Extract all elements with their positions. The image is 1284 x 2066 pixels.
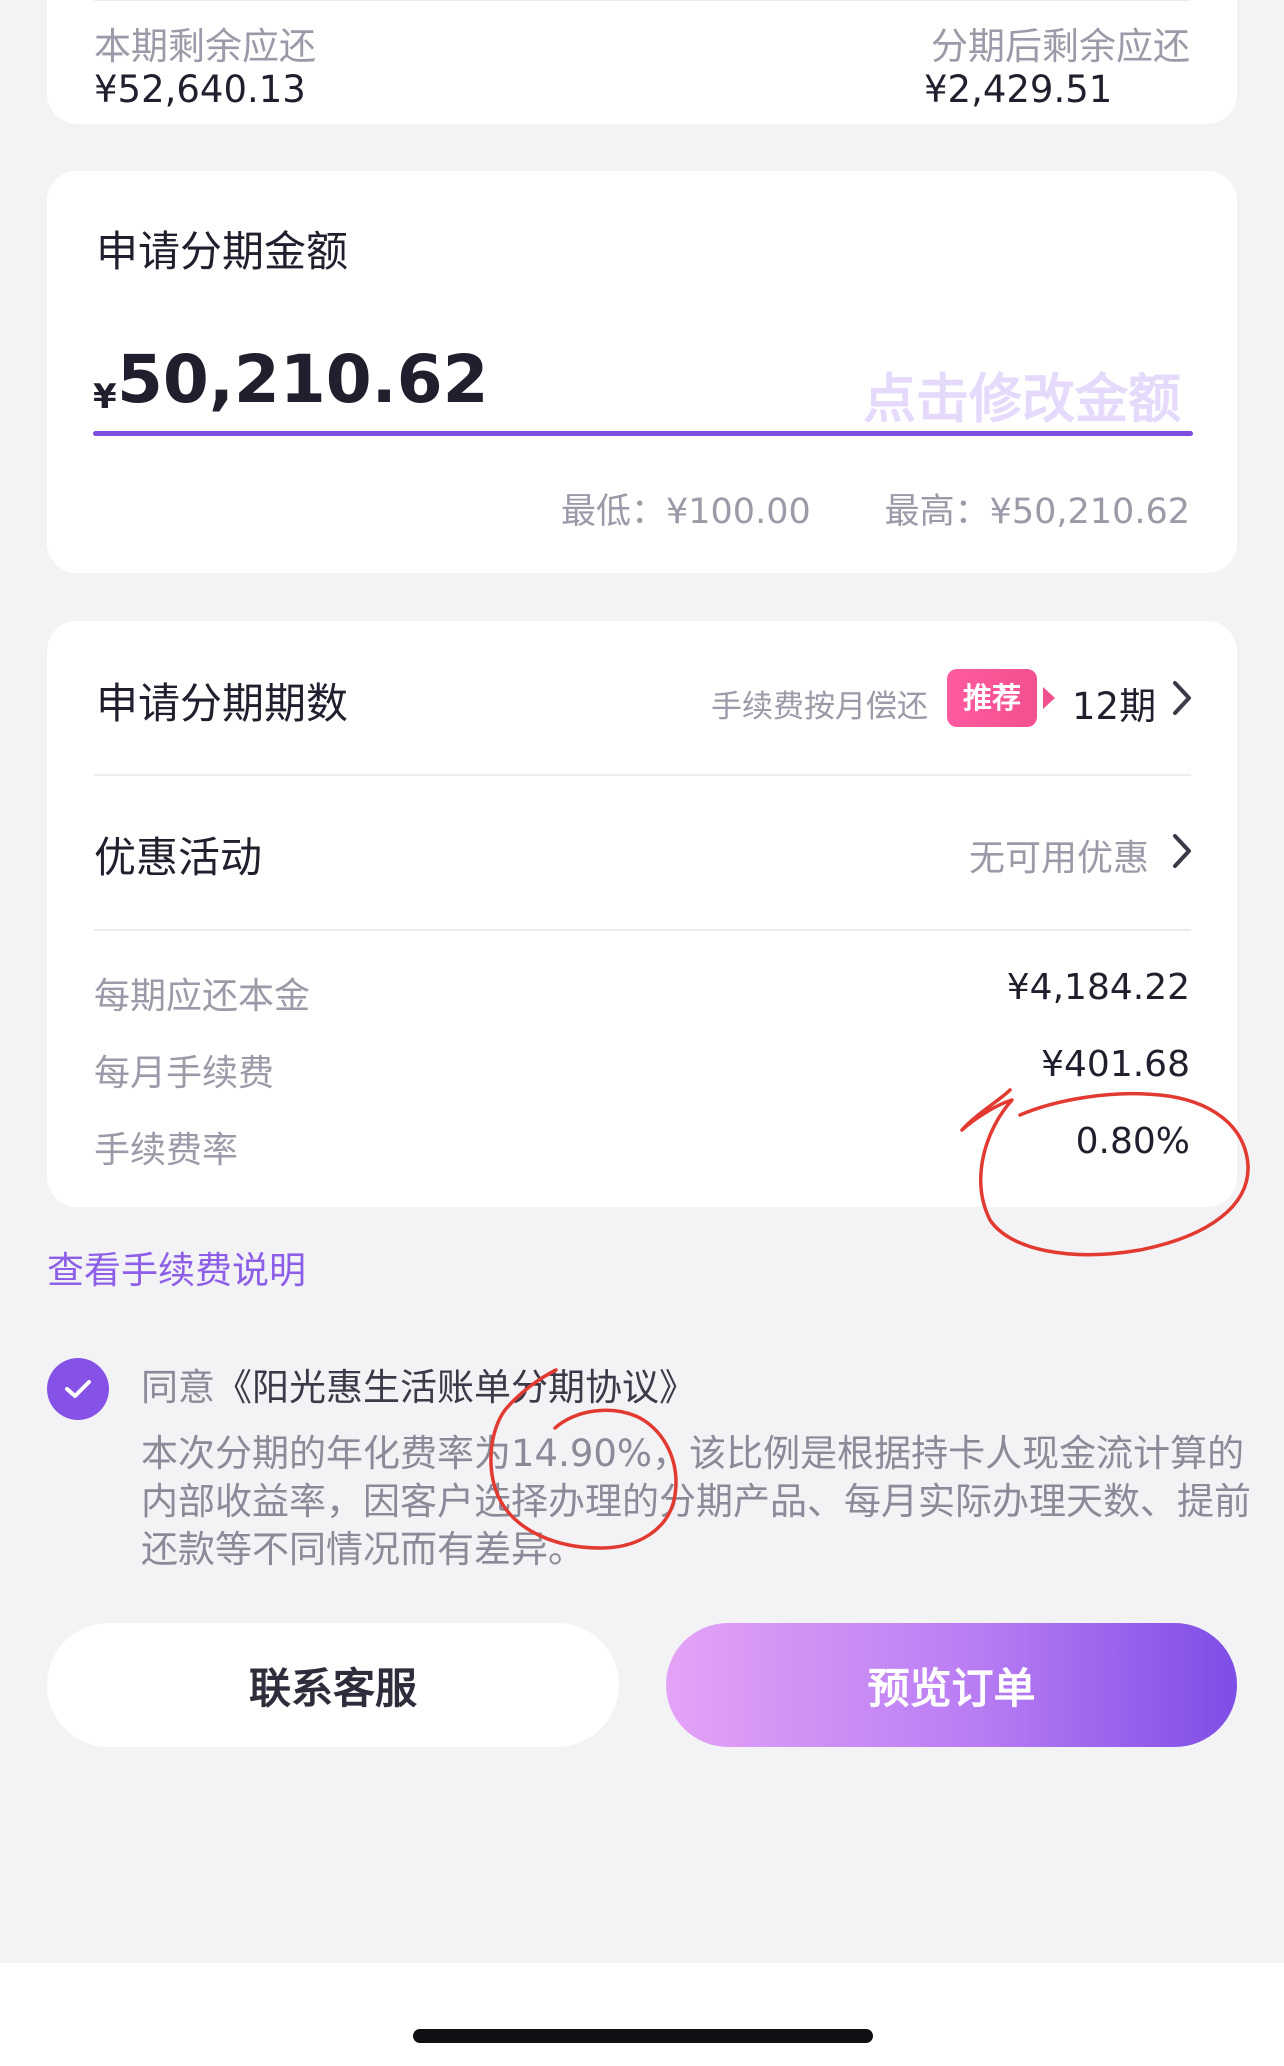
max-amount: 最高：¥50,210.62	[884, 492, 1190, 532]
periods-row[interactable]: 申请分期期数 手续费按月偿还 推荐 12期	[47, 621, 1237, 774]
after-installment-label: 分期后剩余应还	[931, 25, 1190, 68]
bottom-safe-area	[0, 1963, 1284, 2066]
current-remaining-label: 本期剩余应还	[94, 25, 316, 68]
edit-amount-hint[interactable]: 点击修改金额	[863, 357, 1181, 433]
min-amount: 最低：¥100.00	[561, 492, 811, 532]
badge-pointer	[1043, 687, 1055, 709]
amount-underline	[93, 431, 1193, 436]
current-remaining-value: ¥52,640.13	[94, 68, 306, 111]
agreement-link[interactable]: 《阳光惠生活账单分期协议》	[215, 1366, 696, 1409]
monthly-fee-value: ¥401.68	[1041, 1044, 1190, 1085]
amount-value: 50,210.62	[117, 341, 489, 418]
preview-order-button[interactable]: 预览订单	[666, 1623, 1237, 1747]
chevron-right-icon	[1173, 834, 1191, 868]
monthly-fee-label: 每月手续费	[94, 1053, 275, 1094]
amount-card-title: 申请分期金额	[96, 227, 349, 276]
fee-explanation-link[interactable]: 查看手续费说明	[47, 1240, 306, 1294]
amount-input[interactable]: ¥ 50,210.62 点击修改金额	[93, 341, 1193, 431]
recommend-badge: 推荐	[947, 669, 1038, 727]
contact-service-button[interactable]: 联系客服	[47, 1623, 619, 1747]
after-installment-value: ¥2,429.51	[924, 68, 1113, 111]
amount-card: 申请分期金额 ¥ 50,210.62 点击修改金额 最低：¥100.00 最高：…	[47, 171, 1237, 573]
agreement-prefix: 同意	[141, 1366, 215, 1409]
promo-value: 无可用优惠	[969, 838, 1150, 879]
chevron-right-icon	[1173, 681, 1191, 715]
summary-card: 本期剩余应还 ¥52,640.13 分期后剩余应还 ¥2,429.51	[47, 0, 1237, 124]
principal-value: ¥4,184.22	[1006, 967, 1190, 1008]
installment-card: 申请分期期数 手续费按月偿还 推荐 12期 优惠活动 无可用优惠 每期应还本金 …	[47, 621, 1237, 1207]
currency-symbol: ¥	[93, 377, 117, 417]
fee-note: 手续费按月偿还	[711, 689, 928, 725]
home-indicator	[413, 2029, 873, 2043]
fee-rate-label: 手续费率	[94, 1130, 239, 1171]
agreement-checkbox[interactable]	[47, 1358, 109, 1420]
principal-label: 每期应还本金	[94, 976, 311, 1017]
check-icon	[65, 1380, 91, 1398]
fee-rate-value: 0.80%	[1075, 1121, 1190, 1162]
agreement-notice: 本次分期的年化费率为14.90%，该比例是根据持卡人现金流计算的内部收益率，因客…	[141, 1432, 1251, 1571]
periods-value: 12期	[1072, 685, 1157, 728]
summary-top-divider	[94, 0, 1190, 1]
promo-label: 优惠活动	[94, 833, 263, 882]
promo-divider	[94, 929, 1191, 931]
agreement-text: 同意《阳光惠生活账单分期协议》	[141, 1364, 696, 1412]
promo-row[interactable]: 优惠活动 无可用优惠	[47, 776, 1237, 929]
periods-label: 申请分期期数	[96, 679, 349, 728]
